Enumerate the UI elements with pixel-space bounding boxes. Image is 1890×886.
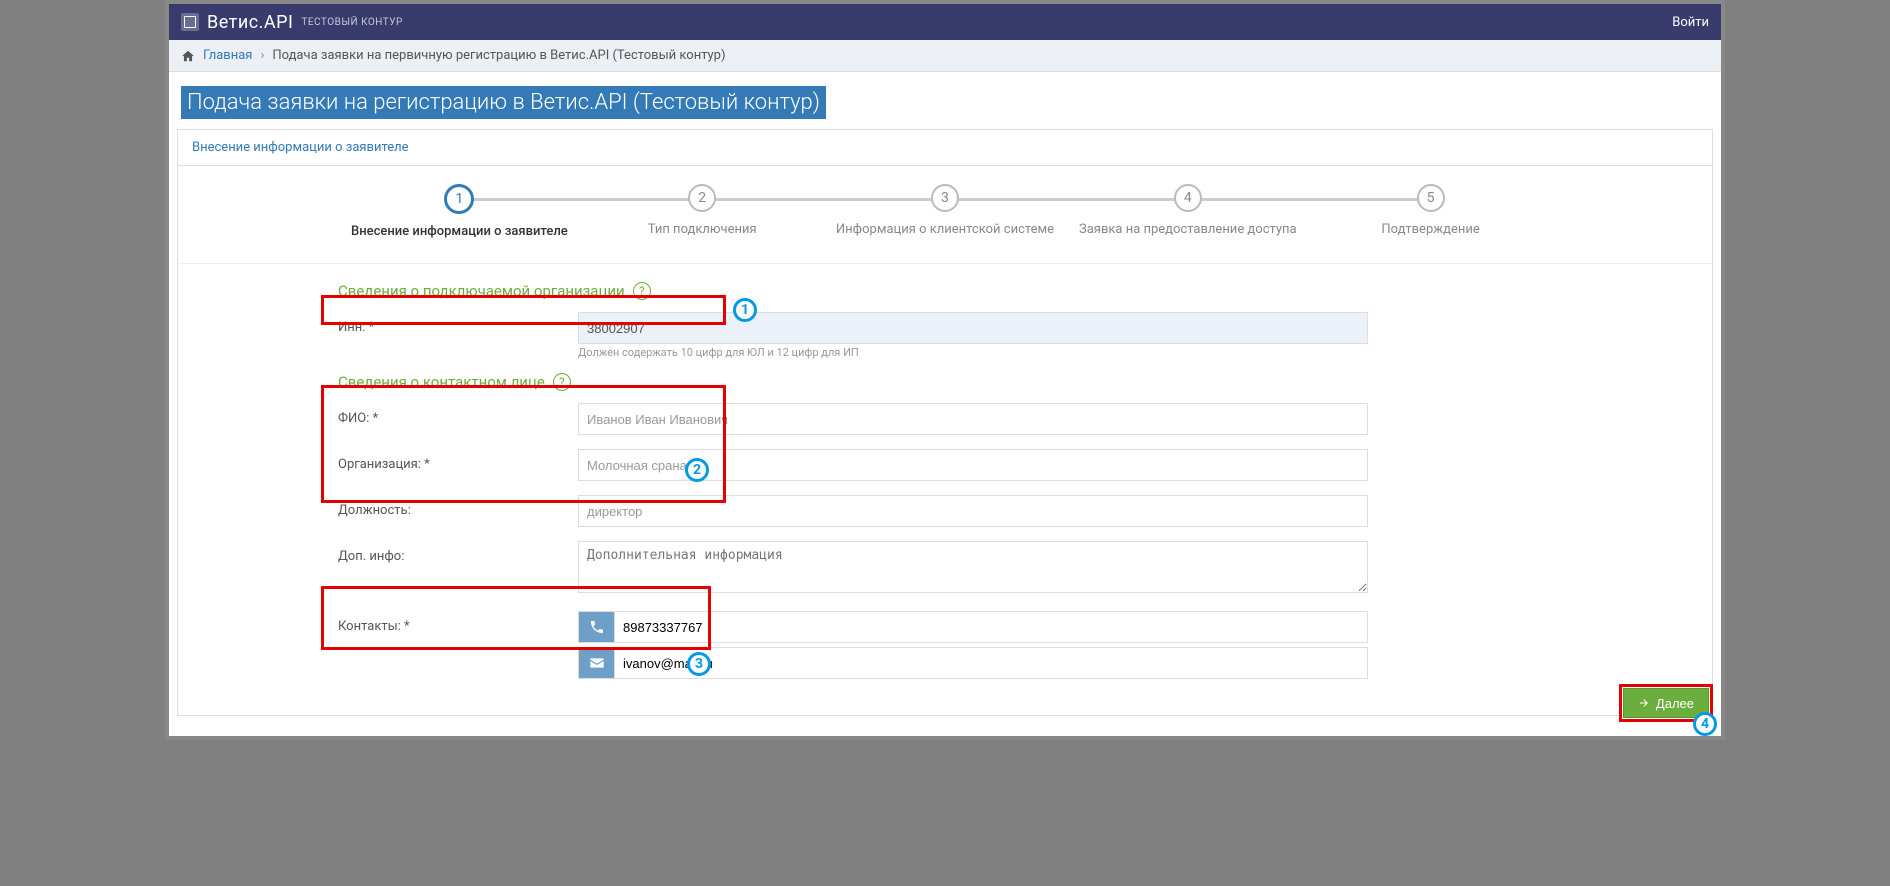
step-circle-1: 1 (444, 184, 474, 214)
row-position: Должность: (338, 495, 1700, 527)
input-fio[interactable] (578, 403, 1368, 435)
breadcrumb-home[interactable]: Главная (203, 48, 252, 63)
step-circle-2: 2 (688, 184, 716, 212)
label-position: Должность: (338, 495, 578, 518)
page-title: Подача заявки на регистрацию в Ветис.API… (181, 86, 826, 119)
help-icon[interactable]: ? (553, 373, 571, 391)
next-button-container: Далее (1623, 688, 1709, 718)
step-1[interactable]: 1 Внесение информации о заявителе (338, 184, 581, 239)
top-navbar: Ветис.API ТЕСТОВЫЙ КОНТУР Войти (169, 4, 1721, 40)
step-label-1: Внесение информации о заявителе (338, 224, 581, 239)
row-fio: ФИО: * (338, 403, 1700, 435)
section-org-title: Сведения о подключаемой организации ? (338, 282, 1700, 300)
label-fio: ФИО: * (338, 403, 578, 426)
step-label-3: Информация о клиентской системе (824, 222, 1067, 237)
input-extra[interactable] (578, 541, 1368, 593)
hint-inn: Должен содержать 10 цифр для ЮЛ и 12 циф… (578, 346, 1368, 359)
form-area: Сведения о подключаемой организации ? Ин… (178, 264, 1712, 715)
label-extra: Доп. инфо: (338, 541, 578, 564)
breadcrumb-separator: › (260, 48, 264, 63)
input-email[interactable] (614, 647, 1368, 679)
label-org: Организация: * (338, 449, 578, 472)
contact-phone-row (578, 611, 1368, 643)
step-label-2: Тип подключения (581, 222, 824, 237)
annotation-marker-2: 2 (685, 458, 709, 482)
step-label-5: Подтверждение (1309, 222, 1552, 237)
login-link[interactable]: Войти (1672, 15, 1709, 30)
step-line-2 (459, 198, 702, 201)
navbar-brand: Ветис.API ТЕСТОВЫЙ КОНТУР (181, 12, 403, 33)
step-line-3 (702, 198, 945, 201)
row-inn: Инн: * Должен содержать 10 цифр для ЮЛ и… (338, 312, 1700, 359)
panel-header: Внесение информации о заявителе (178, 130, 1712, 166)
step-line-5 (1188, 198, 1431, 201)
step-line-4 (945, 198, 1188, 201)
step-4[interactable]: 4 Заявка на предоставление доступа (1066, 184, 1309, 237)
step-label-4: Заявка на предоставление доступа (1066, 222, 1309, 237)
section-contact-title: Сведения о контактном лице ? (338, 373, 1700, 391)
environment-badge: ТЕСТОВЫЙ КОНТУР (301, 17, 402, 28)
row-org: Организация: * (338, 449, 1700, 481)
annotation-marker-1: 1 (733, 298, 757, 322)
section-org-text: Сведения о подключаемой организации (338, 282, 625, 300)
arrow-right-icon (1638, 697, 1650, 709)
label-contacts: Контакты: * (338, 611, 578, 634)
input-phone[interactable] (614, 611, 1368, 643)
breadcrumb-current: Подача заявки на первичную регистрацию в… (272, 48, 725, 63)
input-inn[interactable] (578, 312, 1368, 344)
next-button[interactable]: Далее (1623, 688, 1709, 718)
step-2[interactable]: 2 Тип подключения (581, 184, 824, 237)
section-contact-text: Сведения о контактном лице (338, 373, 545, 391)
step-3[interactable]: 3 Информация о клиентской системе (824, 184, 1067, 237)
label-inn: Инн: * (338, 312, 578, 335)
step-circle-3: 3 (931, 184, 959, 212)
step-circle-4: 4 (1174, 184, 1202, 212)
row-contacts: Контакты: * (338, 611, 1700, 683)
main-panel: Внесение информации о заявителе 1 Внесен… (177, 129, 1713, 716)
help-icon[interactable]: ? (633, 282, 651, 300)
envelope-icon (578, 647, 614, 679)
row-extra: Доп. инфо: (338, 541, 1700, 597)
phone-icon (578, 611, 614, 643)
stepper: 1 Внесение информации о заявителе 2 Тип … (178, 166, 1712, 264)
app-window: Ветис.API ТЕСТОВЫЙ КОНТУР Войти Главная … (165, 0, 1725, 740)
breadcrumb: Главная › Подача заявки на первичную рег… (169, 40, 1721, 72)
annotation-marker-3: 3 (687, 652, 711, 676)
logo-icon (181, 13, 199, 31)
step-5[interactable]: 5 Подтверждение (1309, 184, 1552, 237)
app-title: Ветис.API (207, 12, 293, 33)
input-position[interactable] (578, 495, 1368, 527)
page-title-container: Подача заявки на регистрацию в Ветис.API… (169, 72, 1721, 129)
step-circle-5: 5 (1417, 184, 1445, 212)
annotation-marker-4: 4 (1693, 712, 1717, 736)
next-button-label: Далее (1656, 696, 1694, 711)
home-icon (181, 49, 195, 63)
